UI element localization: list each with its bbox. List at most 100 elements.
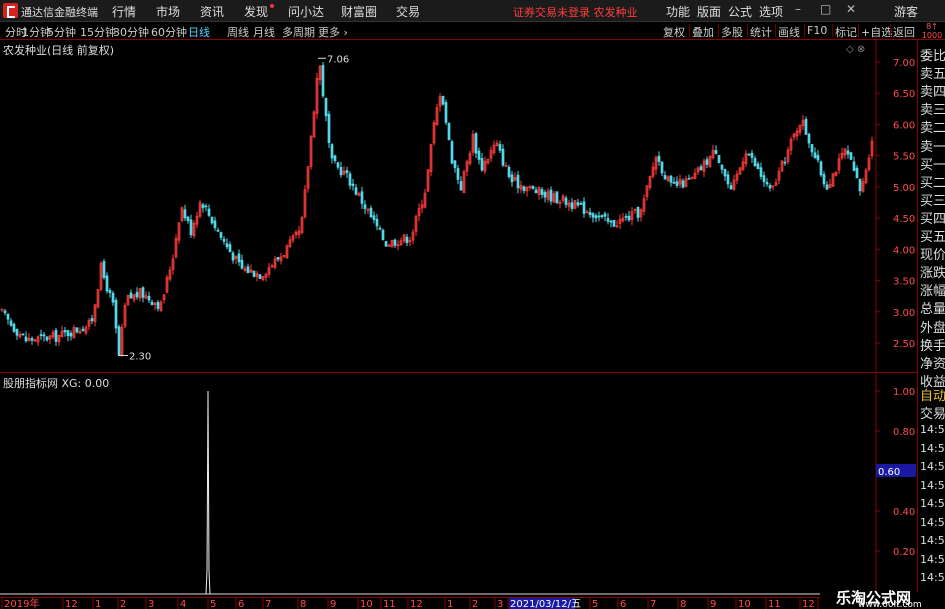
candle-body — [276, 256, 280, 260]
close-icon[interactable]: ✕ — [846, 2, 856, 16]
candle-body — [516, 174, 520, 189]
candle-body — [756, 163, 760, 170]
menu-market[interactable]: 行情 — [112, 3, 136, 20]
toolbar-separator — [747, 24, 748, 37]
menu-wealth[interactable]: 财富圈 — [341, 3, 377, 20]
side-label-17: 净资 — [920, 356, 945, 372]
toolbar-button-6[interactable]: 标记 — [835, 24, 857, 40]
candle-body — [3, 310, 7, 314]
candle-body — [186, 216, 190, 222]
toolbar-button-5[interactable]: F10 — [807, 24, 827, 37]
candle-body — [354, 187, 358, 195]
candle-body — [216, 229, 220, 232]
toolbar-button-1[interactable]: 叠加 — [692, 24, 714, 40]
candle-body — [849, 152, 853, 160]
indicator-tick-label: 1.00 — [893, 387, 915, 398]
candle-body — [747, 153, 751, 156]
menu-ask[interactable]: 问小达 — [288, 3, 324, 20]
menu-trade[interactable]: 交易 — [396, 3, 420, 20]
toolbar-button-8[interactable]: 返回 — [893, 24, 915, 40]
time-tick-label: 5 — [210, 599, 216, 609]
side-top-indicator: 8↑ 1000 — [921, 22, 943, 40]
candle-body — [369, 207, 373, 218]
toolbar-button-0[interactable]: 复权 — [663, 24, 685, 40]
candle-body — [498, 144, 502, 151]
period-tab-4[interactable]: 30分钟 — [113, 24, 149, 40]
period-tab-9[interactable]: 多周期 — [282, 24, 315, 40]
candle-body — [783, 161, 787, 164]
candle-body — [252, 270, 256, 277]
time-tick-label: 2 — [472, 599, 478, 609]
candle-body — [228, 244, 232, 253]
candle-body — [237, 253, 241, 263]
side-lower-label-0[interactable]: 自动 — [920, 385, 945, 404]
side-label-3: 卖三 — [920, 103, 945, 119]
period-tab-6[interactable]: 日线 — [188, 24, 210, 40]
menu-news[interactable]: 资讯 — [200, 3, 224, 20]
side-time-2: 14:56 — [920, 460, 945, 473]
menu-layout[interactable]: 版面 — [697, 3, 721, 20]
indicator-tick-label: 0.20 — [893, 547, 915, 558]
time-tick-label: 1 — [95, 599, 101, 609]
candle-body — [30, 338, 34, 341]
candle-body — [612, 220, 616, 227]
toolbar-button-2[interactable]: 多股 — [721, 24, 743, 40]
time-tick-label: 7 — [650, 599, 656, 609]
period-tab-5[interactable]: 60分钟 — [151, 24, 187, 40]
time-tick-label: 10 — [360, 599, 373, 609]
candle-body — [45, 336, 49, 341]
candle-body — [183, 209, 187, 219]
side-time-0: 14:56 — [920, 423, 945, 436]
menu-options[interactable]: 选项 — [759, 3, 783, 20]
toolbar-button-3[interactable]: 统计 — [750, 24, 772, 40]
candle-body — [12, 323, 16, 332]
candle-body — [204, 205, 208, 208]
time-tick-label: 3 — [497, 599, 503, 609]
candle-body — [393, 239, 397, 246]
toolbar-button-7[interactable]: +自选 — [861, 24, 892, 40]
kline-chart[interactable]: 7.00 6.50 6.00 5.50 5.00 4.50 4.00 3.50 3.00 2.50… — [0, 40, 917, 373]
candle-body — [246, 266, 250, 274]
side-label-4: 卖二 — [920, 121, 945, 137]
side-label-2: 卖四 — [920, 85, 945, 101]
chart-title: 农发种业(日线 前复权) — [3, 44, 115, 57]
app-title: 通达信金融终端 — [21, 6, 98, 19]
period-tab-10[interactable]: 更多 › — [318, 24, 348, 40]
indicator-chart[interactable]: 1.000.800.600.400.200.602019年12123456789… — [0, 373, 917, 609]
login-notice: 证券交易未登录 农发种业 — [513, 6, 638, 19]
toolbar-button-4[interactable]: 画线 — [778, 24, 800, 40]
menu-formula[interactable]: 公式 — [728, 3, 752, 20]
side-label-13: 涨幅 — [920, 284, 945, 300]
candle-body — [714, 150, 718, 154]
period-tab-8[interactable]: 月线 — [253, 24, 275, 40]
time-tick-label: 6 — [620, 599, 626, 609]
candle-body — [597, 215, 601, 218]
candle-body — [39, 334, 43, 336]
maximize-icon[interactable]: □ — [820, 2, 831, 16]
candle-body — [717, 155, 721, 163]
side-lower-label-1[interactable]: 交易 — [920, 403, 945, 422]
candle-body — [816, 155, 820, 161]
price-tick-label: 7.00 — [893, 58, 915, 69]
period-tab-3[interactable]: 15分钟 — [80, 24, 116, 40]
user-guest[interactable]: 游客 — [894, 3, 918, 20]
candle-body — [594, 215, 598, 219]
candle-body — [141, 287, 145, 298]
candle-body — [723, 169, 727, 177]
toolbar-separator — [804, 24, 805, 37]
minimize-icon[interactable]: – — [795, 2, 801, 16]
menu-market-overview[interactable]: 市场 — [156, 3, 180, 20]
period-tab-2[interactable]: 5分钟 — [47, 24, 76, 40]
candle-body — [441, 95, 445, 105]
title-bar: 通达信金融终端 行情 市场 资讯 发现 问小达 财富圈 交易 证券交易未登录 农… — [0, 0, 945, 22]
candle-body — [459, 181, 463, 191]
candle-body — [225, 243, 229, 248]
toolbar-separator — [689, 24, 690, 37]
menu-function[interactable]: 功能 — [666, 3, 690, 20]
candle-body — [804, 119, 808, 135]
time-tick-label: 2019年 — [4, 597, 39, 609]
side-time-7: 14:56 — [920, 552, 945, 566]
candle-body — [147, 295, 151, 301]
menu-discover[interactable]: 发现 — [244, 3, 268, 20]
period-tab-7[interactable]: 周线 — [227, 24, 249, 40]
